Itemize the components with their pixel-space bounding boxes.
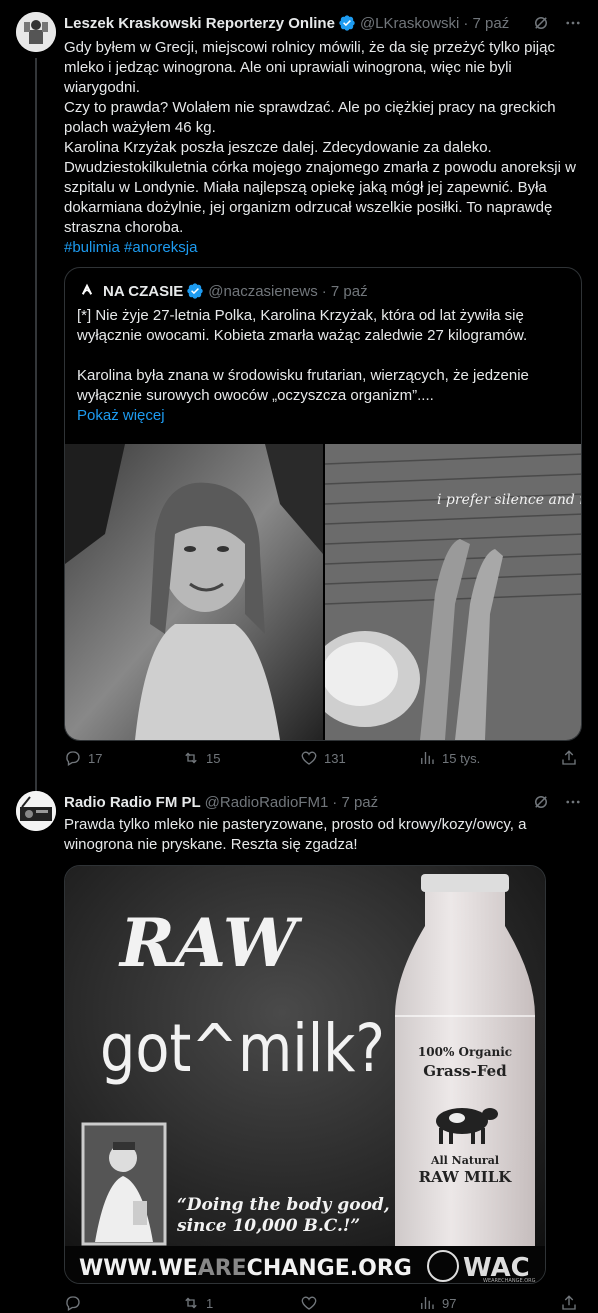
- bottle-label-organic: 100% Organic: [418, 1045, 512, 1059]
- more-icon[interactable]: [564, 793, 582, 811]
- verified-icon: [339, 15, 355, 31]
- author-name[interactable]: Leszek Kraskowski Reporterzy Online: [64, 15, 335, 32]
- naczasie-logo-icon: [77, 281, 97, 301]
- like-count: 131: [324, 750, 346, 766]
- poster-url-are: ARE: [198, 1256, 247, 1281]
- quoted-tweet[interactable]: NA CZASIE @naczasienews · 7 paź [*] Nie …: [64, 267, 582, 741]
- avatar-leszek[interactable]: [16, 12, 56, 52]
- views-icon: [421, 1297, 434, 1309]
- views-button[interactable]: 97: [418, 1294, 456, 1312]
- tweet-time[interactable]: · 7 paź: [332, 794, 378, 811]
- tweet-text: Gdy byłem w Grecji, miejscowi rolnicy mó…: [64, 38, 582, 258]
- quote-media: i prefer silence and nature 🤍: [65, 444, 582, 740]
- quote-time[interactable]: · 7 paź: [322, 283, 368, 300]
- views-count: 15 tys.: [442, 750, 481, 766]
- tweet-actions: 17 15 131 15 tys.: [64, 748, 582, 768]
- show-more-link[interactable]: Pokaż więcej: [77, 406, 569, 426]
- hashtags[interactable]: #bulimia #anoreksja: [64, 238, 582, 258]
- avatar-radio[interactable]: [16, 791, 56, 831]
- author-handle[interactable]: @RadioRadioFM1: [205, 794, 329, 811]
- reply-count: 17: [88, 750, 103, 766]
- tweet-paragraph: Czy to prawda? Wolałem nie sprawdzać. Al…: [64, 99, 556, 136]
- svg-text:WWW.WEARECHANGE.ORG: WWW.WEARECHANGE.ORG: [79, 1256, 412, 1281]
- bottle-label-grassfed: Grass-Fed: [423, 1062, 507, 1080]
- bottle-label-rawmilk: RAW MILK: [419, 1168, 513, 1186]
- photo-coconut-legs[interactable]: i prefer silence and nature 🤍: [325, 444, 582, 740]
- share-icon: [562, 1295, 576, 1310]
- tweet-paragraph: Prawda tylko mleko nie pasteryzowane, pr…: [64, 816, 527, 853]
- photo-caption: i prefer silence and nature 🤍: [437, 491, 582, 508]
- like-button[interactable]: [300, 1294, 324, 1312]
- poster-url-post: CHANGE.ORG: [247, 1256, 412, 1281]
- author-name[interactable]: Radio Radio FM PL: [64, 794, 201, 811]
- retweet-icon: [185, 752, 197, 764]
- tweet-header: Radio Radio FM PL @RadioRadioFM1 · 7 paź: [64, 791, 582, 813]
- retweet-count: 1: [206, 1295, 214, 1311]
- quote-text: [*] Nie żyje 27-letnia Polka, Karolina K…: [77, 306, 569, 426]
- views-icon: [421, 752, 434, 764]
- tweet-1[interactable]: Leszek Kraskowski Reporterzy Online @LKr…: [0, 0, 598, 788]
- poster-slogan-2: since 10,000 B.C.!”: [176, 1216, 360, 1236]
- milkman-photo: [81, 1122, 167, 1246]
- retweet-button[interactable]: 1: [182, 1294, 213, 1312]
- raw-milk-poster[interactable]: 100% Organic Grass-Fed All Natural RAW M…: [64, 865, 546, 1284]
- poster-slogan-1: “Doing the body good,: [177, 1195, 390, 1215]
- quote-header: NA CZASIE @naczasienews · 7 paź: [77, 280, 368, 302]
- tweet-2[interactable]: Radio Radio FM PL @RadioRadioFM1 · 7 paź…: [0, 785, 598, 1313]
- author-handle[interactable]: @LKraskowski: [360, 15, 459, 32]
- tweet-text: Prawda tylko mleko nie pasteryzowane, pr…: [64, 815, 582, 855]
- reply-button[interactable]: [64, 1294, 88, 1312]
- quote-paragraph: Karolina była znana w środowisku frutari…: [77, 367, 529, 404]
- more-icon[interactable]: [564, 14, 582, 32]
- share-icon: [562, 750, 576, 765]
- tweet-paragraph: Gdy byłem w Grecji, miejscowi rolnicy mó…: [64, 39, 555, 96]
- grok-icon[interactable]: [532, 14, 550, 32]
- like-icon: [301, 751, 317, 765]
- tweet-header: Leszek Kraskowski Reporterzy Online @LKr…: [64, 12, 582, 34]
- poster-url-pre: WWW.WE: [79, 1256, 198, 1281]
- reply-button[interactable]: 17: [64, 749, 102, 767]
- reply-icon: [66, 751, 80, 766]
- like-button[interactable]: 131: [300, 749, 346, 767]
- tweet-paragraph: Karolina Krzyżak poszła jeszcze dalej. Z…: [64, 139, 576, 236]
- verified-icon: [187, 283, 203, 299]
- quote-paragraph: [*] Nie żyje 27-letnia Polka, Karolina K…: [77, 307, 528, 344]
- wac-logo-sub: WEARECHANGE.ORG: [483, 1278, 536, 1284]
- views-button[interactable]: 15 tys.: [418, 749, 480, 767]
- tweet-actions: 1 97: [64, 1293, 582, 1313]
- poster-got-milk: got^milk?: [100, 1010, 385, 1087]
- grok-icon[interactable]: [532, 793, 550, 811]
- like-icon: [301, 1296, 317, 1310]
- share-button[interactable]: [560, 749, 578, 767]
- retweet-button[interactable]: 15: [182, 749, 220, 767]
- poster-raw: RAW: [118, 904, 303, 982]
- share-button[interactable]: [560, 1294, 578, 1312]
- reply-icon: [66, 1296, 80, 1311]
- thread-line: [35, 58, 37, 788]
- retweet-count: 15: [206, 750, 221, 766]
- quote-author[interactable]: NA CZASIE: [103, 283, 183, 300]
- views-count: 97: [442, 1295, 457, 1311]
- bottle-label-natural: All Natural: [430, 1154, 499, 1167]
- photo-woman-portrait[interactable]: [65, 444, 323, 740]
- quote-handle[interactable]: @naczasienews: [208, 283, 317, 300]
- retweet-icon: [185, 1297, 197, 1309]
- tweet-time[interactable]: · 7 paź: [463, 15, 509, 32]
